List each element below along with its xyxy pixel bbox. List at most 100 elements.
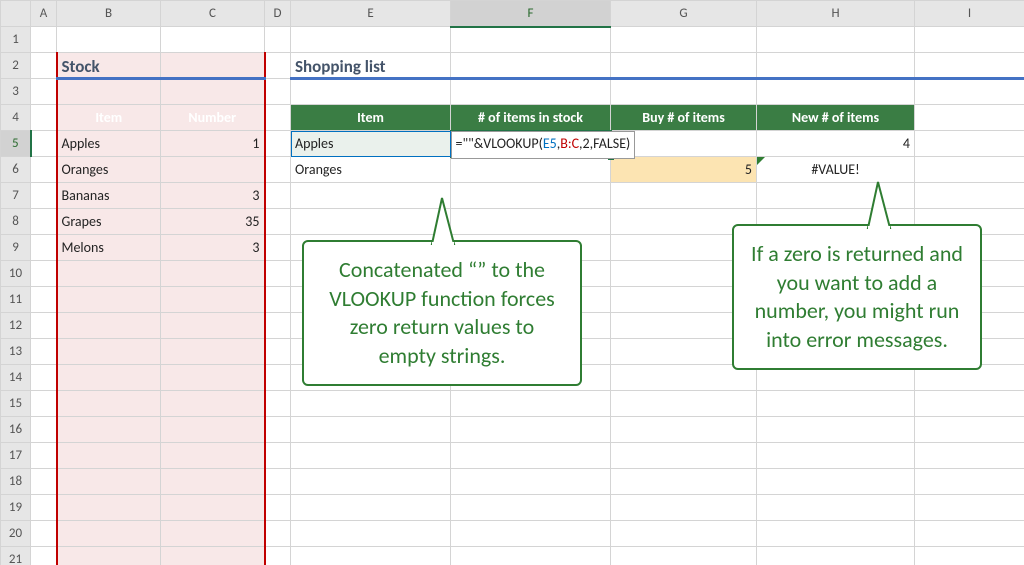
cell-B11[interactable] <box>57 287 161 313</box>
col-header-G[interactable]: G <box>611 1 757 27</box>
cell-B14[interactable] <box>57 365 161 391</box>
row-15[interactable]: 15 <box>1 391 1024 417</box>
cell-E6[interactable]: Oranges <box>291 157 451 183</box>
cell-B21[interactable] <box>57 547 161 565</box>
cell-D2[interactable] <box>265 53 291 79</box>
cell-D11[interactable] <box>265 287 291 313</box>
row-header-6[interactable]: 6 <box>1 157 31 183</box>
cell-H19[interactable] <box>757 495 915 521</box>
col-header-C[interactable]: C <box>161 1 265 27</box>
cell-D5[interactable] <box>265 131 291 157</box>
row-2[interactable]: 2StockShopping list <box>1 53 1024 79</box>
cell-B20[interactable] <box>57 521 161 547</box>
cell-I20[interactable] <box>915 521 1024 547</box>
row-header-8[interactable]: 8 <box>1 209 31 235</box>
row-header-14[interactable]: 14 <box>1 365 31 391</box>
cell-B1[interactable] <box>57 27 161 53</box>
col-header-I[interactable]: I <box>915 1 1024 27</box>
col-header-F[interactable]: F <box>451 1 611 27</box>
cell-G21[interactable] <box>611 547 757 565</box>
cell-A8[interactable] <box>31 209 57 235</box>
cell-D7[interactable] <box>265 183 291 209</box>
cell-C20[interactable] <box>161 521 265 547</box>
row-header-18[interactable]: 18 <box>1 469 31 495</box>
row-header-4[interactable]: 4 <box>1 105 31 131</box>
cell-G1[interactable] <box>611 27 757 53</box>
col-header-A[interactable]: A <box>31 1 57 27</box>
cell-H18[interactable] <box>757 469 915 495</box>
cell-A13[interactable] <box>31 339 57 365</box>
cell-D8[interactable] <box>265 209 291 235</box>
formula-edit-overlay[interactable]: =""&VLOOKUP(E5,B:C,2,FALSE) <box>451 131 636 159</box>
cell-B17[interactable] <box>57 443 161 469</box>
cell-H2[interactable] <box>757 53 915 79</box>
row-header-5[interactable]: 5 <box>1 131 31 157</box>
cell-B8[interactable]: Grapes <box>57 209 161 235</box>
cell-H21[interactable] <box>757 547 915 565</box>
cell-C4[interactable]: Number <box>161 105 265 131</box>
row-header-10[interactable]: 10 <box>1 261 31 287</box>
cell-I16[interactable] <box>915 417 1024 443</box>
row-header-11[interactable]: 11 <box>1 287 31 313</box>
cell-I19[interactable] <box>915 495 1024 521</box>
cell-A7[interactable] <box>31 183 57 209</box>
row-header-15[interactable]: 15 <box>1 391 31 417</box>
cell-E20[interactable] <box>291 521 451 547</box>
cell-A9[interactable] <box>31 235 57 261</box>
row-21[interactable]: 21 <box>1 547 1024 565</box>
row-18[interactable]: 18 <box>1 469 1024 495</box>
cell-H1[interactable] <box>757 27 915 53</box>
cell-D15[interactable] <box>265 391 291 417</box>
cell-C11[interactable] <box>161 287 265 313</box>
cell-H17[interactable] <box>757 443 915 469</box>
cell-H20[interactable] <box>757 521 915 547</box>
cell-A19[interactable] <box>31 495 57 521</box>
cell-D6[interactable] <box>265 157 291 183</box>
row-header-20[interactable]: 20 <box>1 521 31 547</box>
row-header-1[interactable]: 1 <box>1 27 31 53</box>
cell-C12[interactable] <box>161 313 265 339</box>
cell-D19[interactable] <box>265 495 291 521</box>
cell-E19[interactable] <box>291 495 451 521</box>
cell-G7[interactable] <box>611 183 757 209</box>
cell-B10[interactable] <box>57 261 161 287</box>
cell-F2[interactable] <box>451 53 611 79</box>
cell-B9[interactable]: Melons <box>57 235 161 261</box>
row-4[interactable]: 4ItemNumberItem# of items in stockBuy # … <box>1 105 1024 131</box>
cell-C3[interactable] <box>161 79 265 105</box>
cell-G15[interactable] <box>611 391 757 417</box>
cell-F15[interactable] <box>451 391 611 417</box>
row-1[interactable]: 1 <box>1 27 1024 53</box>
cell-A11[interactable] <box>31 287 57 313</box>
cell-E1[interactable] <box>291 27 451 53</box>
cell-B5[interactable]: Apples <box>57 131 161 157</box>
cell-E16[interactable] <box>291 417 451 443</box>
cell-A20[interactable] <box>31 521 57 547</box>
cell-F1[interactable] <box>451 27 611 53</box>
cell-D10[interactable] <box>265 261 291 287</box>
row-header-12[interactable]: 12 <box>1 313 31 339</box>
cell-D14[interactable] <box>265 365 291 391</box>
cell-E17[interactable] <box>291 443 451 469</box>
cell-F17[interactable] <box>451 443 611 469</box>
row-20[interactable]: 20 <box>1 521 1024 547</box>
cell-A12[interactable] <box>31 313 57 339</box>
row-header-2[interactable]: 2 <box>1 53 31 79</box>
cell-G18[interactable] <box>611 469 757 495</box>
cell-C8[interactable]: 35 <box>161 209 265 235</box>
cell-H6[interactable]: #VALUE! <box>757 157 915 183</box>
cell-C9[interactable]: 3 <box>161 235 265 261</box>
cell-A17[interactable] <box>31 443 57 469</box>
cell-B6[interactable]: Oranges <box>57 157 161 183</box>
cell-A15[interactable] <box>31 391 57 417</box>
cell-B3[interactable] <box>57 79 161 105</box>
row-header-9[interactable]: 9 <box>1 235 31 261</box>
cell-C14[interactable] <box>161 365 265 391</box>
row-16[interactable]: 16 <box>1 417 1024 443</box>
row-header-17[interactable]: 17 <box>1 443 31 469</box>
cell-C5[interactable]: 1 <box>161 131 265 157</box>
select-all-corner[interactable] <box>1 1 31 27</box>
cell-F20[interactable] <box>451 521 611 547</box>
cell-I17[interactable] <box>915 443 1024 469</box>
cell-G20[interactable] <box>611 521 757 547</box>
